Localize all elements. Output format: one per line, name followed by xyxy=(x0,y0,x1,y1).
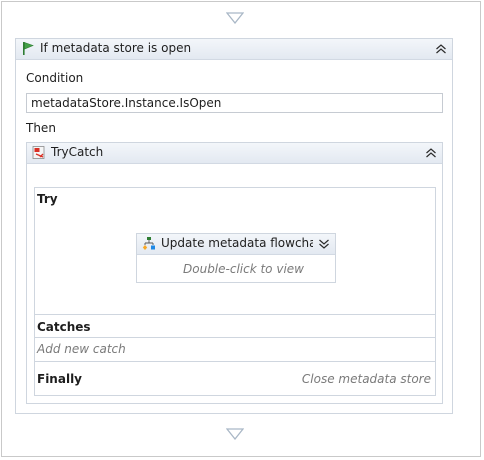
if-flag-icon xyxy=(23,42,34,55)
if-activity-title: If metadata store is open xyxy=(40,41,192,55)
trycatch-activity-title: TryCatch xyxy=(51,145,104,159)
condition-expression-input[interactable]: metadataStore.Instance.IsOpen xyxy=(26,93,443,113)
try-label: Try xyxy=(37,192,58,206)
trycatch-activity[interactable]: TryCatch Try Update metadata flowchart D… xyxy=(26,142,443,404)
flowchart-icon xyxy=(142,237,155,250)
finally-label: Finally xyxy=(37,372,82,386)
finally-activity-close-metadata-store[interactable]: Close metadata store xyxy=(302,372,431,386)
workflow-designer-canvas[interactable]: If metadata store is open Condition meta… xyxy=(1,1,481,457)
then-label: Then xyxy=(26,121,56,135)
collapse-chevron-icon[interactable] xyxy=(425,147,437,159)
catches-label: Catches xyxy=(37,320,91,334)
flowchart-double-click-hint: Double-click to view xyxy=(183,262,304,276)
add-new-catch-link[interactable]: Add new catch xyxy=(37,342,126,356)
catches-top-divider xyxy=(35,314,435,315)
drop-target-arrow-icon[interactable] xyxy=(226,12,244,24)
if-activity-header[interactable]: If metadata store is open xyxy=(16,39,452,60)
finally-section[interactable]: Finally Close metadata store xyxy=(34,362,436,396)
try-section[interactable]: Try Update metadata flowchart Double-cli… xyxy=(34,187,436,314)
catches-label-divider xyxy=(35,337,435,338)
flowchart-activity-header[interactable]: Update metadata flowchart xyxy=(137,234,335,255)
drop-target-arrow-icon[interactable] xyxy=(226,428,244,440)
trycatch-icon xyxy=(32,146,45,159)
if-activity[interactable]: If metadata store is open Condition meta… xyxy=(15,38,453,414)
update-metadata-flowchart-activity[interactable]: Update metadata flowchart Double-click t… xyxy=(136,233,336,283)
trycatch-activity-header[interactable]: TryCatch xyxy=(27,143,442,164)
expand-chevron-icon[interactable] xyxy=(318,238,330,250)
collapse-chevron-icon[interactable] xyxy=(435,43,447,55)
flowchart-activity-title: Update metadata flowchart xyxy=(161,236,313,250)
catches-section[interactable]: Catches Add new catch xyxy=(34,314,436,362)
condition-label: Condition xyxy=(26,71,84,85)
